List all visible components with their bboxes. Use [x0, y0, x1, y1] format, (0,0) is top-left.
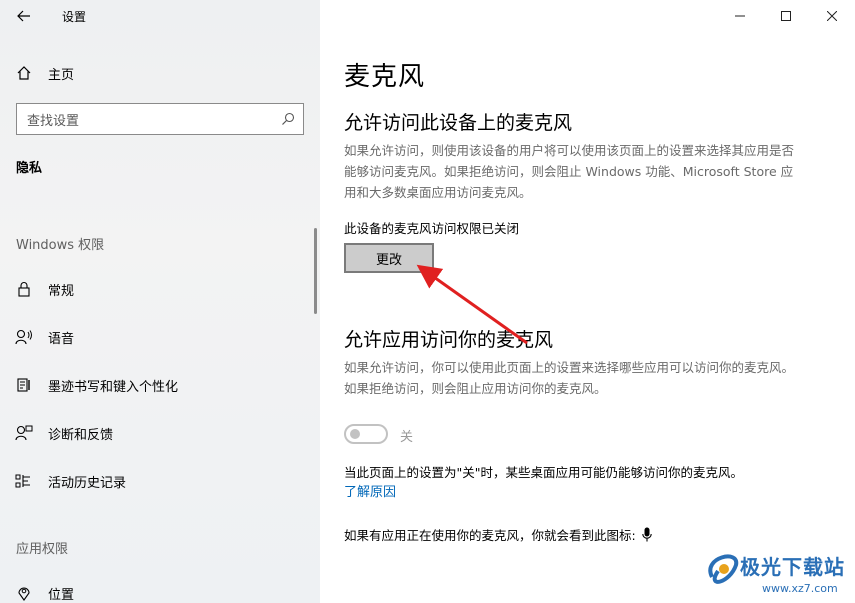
- windows-permissions-header: Windows 权限: [16, 238, 105, 253]
- lock-icon: [0, 281, 48, 297]
- sidebar-item-general[interactable]: 常规: [0, 271, 320, 307]
- watermark-url: www.xz7.com: [762, 582, 838, 595]
- sidebar: 设置 主页 查找设置 隐私 Windows 权限 常规 语音 墨迹书写和键入个性…: [0, 0, 320, 603]
- sidebar-item-diagnostics[interactable]: 诊断和反馈: [0, 415, 320, 451]
- arrow-left-icon: [17, 10, 30, 22]
- search-icon[interactable]: [281, 112, 295, 126]
- sidebar-item-label: 主页: [48, 67, 75, 83]
- current-section-title: 隐私: [16, 161, 43, 176]
- sidebar-scrollbar[interactable]: [314, 228, 317, 314]
- search-placeholder: 查找设置: [27, 113, 80, 129]
- sidebar-item-activity-history[interactable]: 活动历史记录: [0, 463, 320, 499]
- minimize-icon: [735, 15, 745, 17]
- location-icon: [0, 585, 48, 601]
- section-heading-device-access: 允许访问此设备上的麦克风: [344, 112, 573, 134]
- change-button[interactable]: 更改: [344, 243, 434, 273]
- sidebar-item-location[interactable]: 位置: [0, 575, 320, 603]
- mic-indicator-line: 如果有应用正在使用你的麦克风，你就会看到此图标:: [344, 525, 652, 544]
- window-controls: [717, 0, 855, 32]
- section-heading-app-access: 允许应用访问你的麦克风: [344, 329, 554, 351]
- pen-keyboard-icon: [0, 377, 48, 393]
- activity-history-icon: [0, 473, 48, 489]
- search-input[interactable]: 查找设置: [16, 103, 304, 135]
- sidebar-item-label: 常规: [48, 283, 75, 299]
- microphone-icon: [641, 527, 652, 542]
- toggle-state-label: 关: [400, 430, 414, 445]
- section-description-app-access: 如果允许访问，你可以使用此页面上的设置来选择哪些应用可以访问你的麦克风。如果拒绝…: [344, 360, 795, 396]
- sidebar-item-label: 活动历史记录: [48, 475, 127, 491]
- sidebar-item-speech[interactable]: 语音: [0, 319, 320, 355]
- main-content: 麦克风 允许访问此设备上的麦克风 如果允许访问，则使用该设备的用户将可以使用该页…: [320, 0, 855, 603]
- back-button[interactable]: [8, 2, 40, 30]
- close-icon: [827, 11, 837, 21]
- sidebar-item-label: 诊断和反馈: [48, 427, 114, 443]
- device-access-status: 此设备的麦克风访问权限已关闭: [344, 221, 520, 236]
- watermark-text: 极光下载站: [740, 555, 845, 579]
- sidebar-item-inking-typing[interactable]: 墨迹书写和键入个性化: [0, 367, 320, 403]
- app-title: 设置: [62, 10, 87, 24]
- maximize-button[interactable]: [763, 0, 809, 32]
- page-title: 麦克风: [344, 62, 426, 92]
- section-description-device-access: 如果允许访问，则使用该设备的用户将可以使用该页面上的设置来选择其应用是否能够访问…: [344, 143, 795, 200]
- close-button[interactable]: [809, 0, 855, 32]
- maximize-icon: [781, 11, 791, 21]
- mic-indicator-text: 如果有应用正在使用你的麦克风，你就会看到此图标:: [344, 528, 636, 543]
- sidebar-item-home[interactable]: 主页: [0, 58, 320, 88]
- minimize-button[interactable]: [717, 0, 763, 32]
- sidebar-item-label: 位置: [48, 587, 75, 603]
- app-permissions-header: 应用权限: [16, 542, 69, 557]
- speech-icon: [0, 329, 48, 345]
- sidebar-item-label: 墨迹书写和键入个性化: [48, 379, 179, 395]
- home-icon: [0, 65, 48, 81]
- desktop-apps-note: 当此页面上的设置为"关"时，某些桌面应用可能仍能够访问你的麦克风。: [344, 465, 744, 480]
- app-access-toggle[interactable]: [344, 424, 388, 444]
- sidebar-item-label: 语音: [48, 331, 75, 347]
- learn-more-link[interactable]: 了解原因: [344, 481, 396, 500]
- feedback-icon: [0, 425, 48, 441]
- toggle-knob: [350, 429, 360, 439]
